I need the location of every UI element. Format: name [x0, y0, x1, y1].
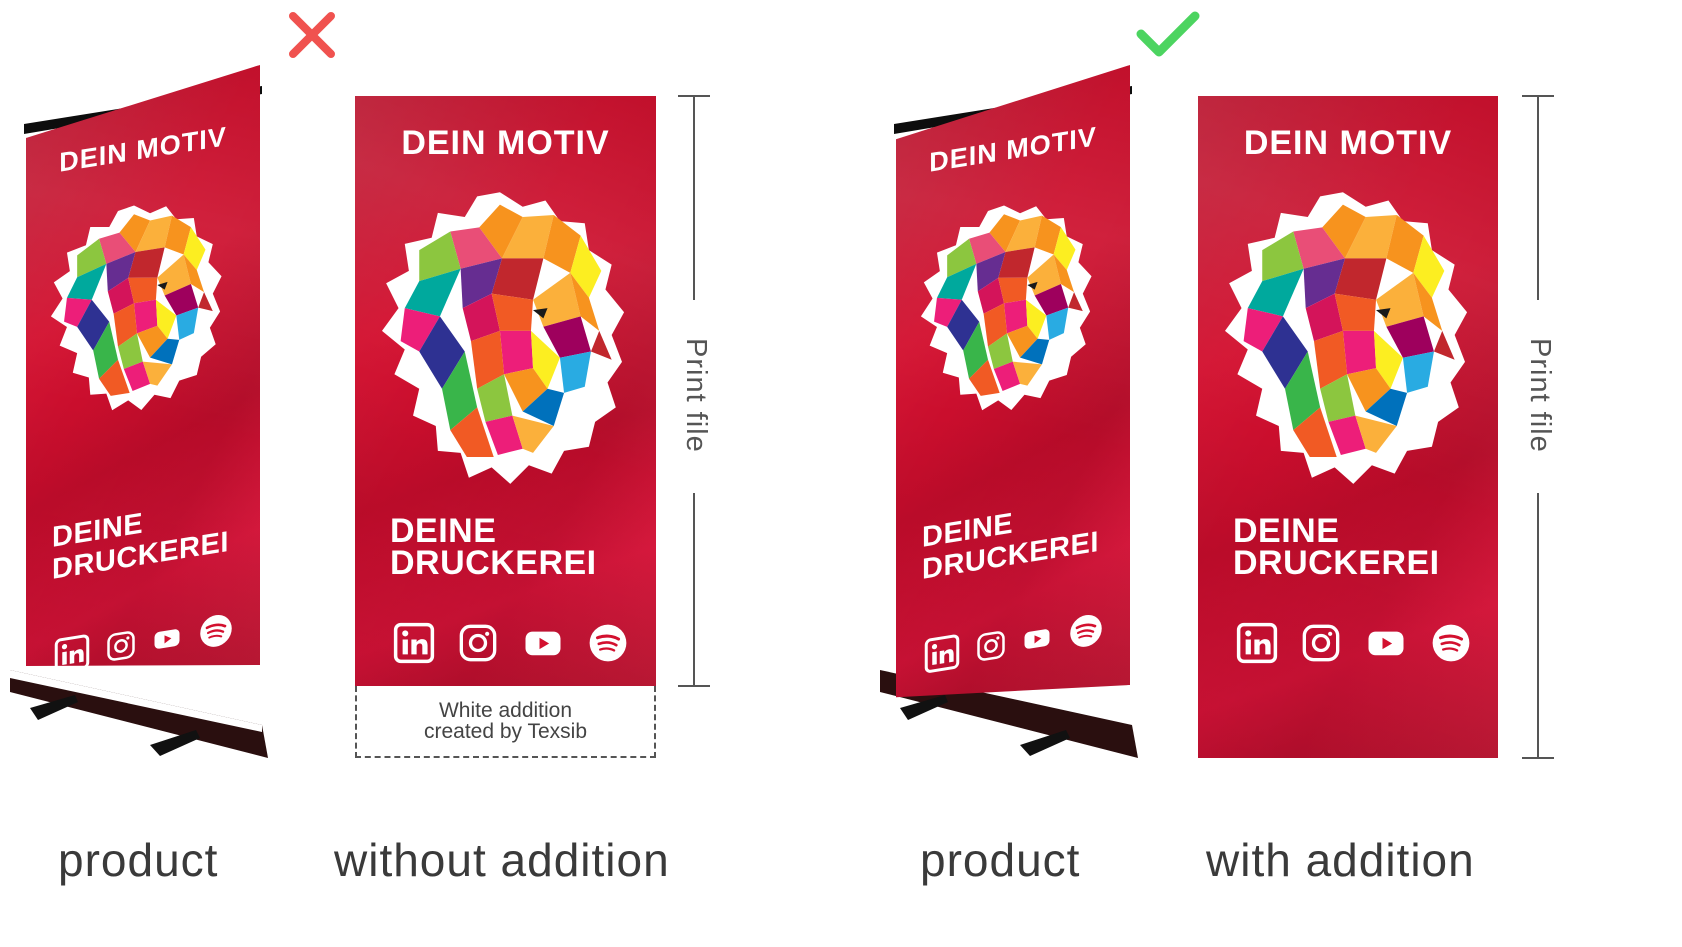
print-file-label: Print file	[1524, 338, 1556, 453]
lion-artwork	[1220, 186, 1470, 486]
youtube-icon	[522, 622, 564, 664]
caption-without-addition: without addition	[334, 834, 670, 886]
caption-product-right: product	[920, 834, 1081, 886]
spotify-icon	[1068, 610, 1104, 652]
instagram-icon	[1301, 623, 1341, 663]
youtube-icon	[1022, 621, 1052, 656]
product-right-rollup: DEIN MOTIV DEINE DRUCKEREI	[870, 80, 1150, 770]
social-icons-row	[1236, 622, 1472, 664]
print-file-label: Print file	[680, 338, 712, 453]
spotify-icon	[198, 610, 234, 652]
banner-line-deine: DEINE	[390, 512, 497, 550]
lion-artwork	[48, 187, 223, 427]
youtube-icon	[152, 621, 182, 656]
dimension-line-upper	[693, 95, 695, 300]
dimension-line-lower	[1537, 493, 1539, 758]
linkedin-icon	[1236, 622, 1278, 664]
banner-headline: DEIN MOTIV	[1243, 124, 1453, 162]
caption-with-addition: with addition	[1206, 834, 1475, 886]
white-addition-box: White addition created by Texsib	[355, 686, 656, 758]
banner-line-druckerei: DRUCKEREI	[390, 544, 597, 582]
addition-note-line2: created by Texsib	[423, 720, 588, 743]
banner-without-addition: DEIN MOTIV DEINE DRUCKEREI	[355, 96, 656, 686]
lion-artwork	[918, 187, 1093, 427]
spotify-icon	[1430, 622, 1472, 664]
social-icons-row	[54, 610, 234, 675]
youtube-icon	[1365, 622, 1407, 664]
banner-headline: DEIN MOTIV	[59, 121, 227, 178]
dimension-tick-bottom	[678, 685, 710, 687]
linkedin-icon	[54, 633, 90, 675]
social-icons-row	[924, 610, 1104, 675]
wrong-mark-icon	[287, 10, 337, 60]
social-icons-row	[393, 622, 629, 664]
banner-headline: DEIN MOTIV	[401, 124, 610, 162]
spotify-icon	[587, 622, 629, 664]
banner-line-druckerei: DRUCKEREI	[1233, 544, 1440, 582]
check-mark-icon	[1135, 8, 1201, 60]
instagram-icon	[458, 623, 498, 663]
addition-note-line1: White addition	[438, 699, 573, 722]
dimension-line-upper	[1537, 95, 1539, 300]
banner-headline: DEIN MOTIV	[929, 121, 1097, 178]
instagram-icon	[976, 629, 1006, 664]
dimension-line-lower	[693, 493, 695, 686]
dimension-tick-bottom	[1522, 757, 1554, 759]
caption-product-left: product	[58, 834, 219, 886]
lion-artwork	[377, 186, 627, 486]
linkedin-icon	[924, 633, 960, 675]
banner-line-deine: DEINE	[1233, 512, 1340, 550]
instagram-icon	[106, 629, 136, 664]
product-left-rollup: DEIN MOTIV DEINE DRUCKEREI	[0, 80, 280, 770]
banner-with-addition: DEIN MOTIV DEINE DRUCKEREI	[1198, 96, 1498, 758]
linkedin-icon	[393, 622, 435, 664]
